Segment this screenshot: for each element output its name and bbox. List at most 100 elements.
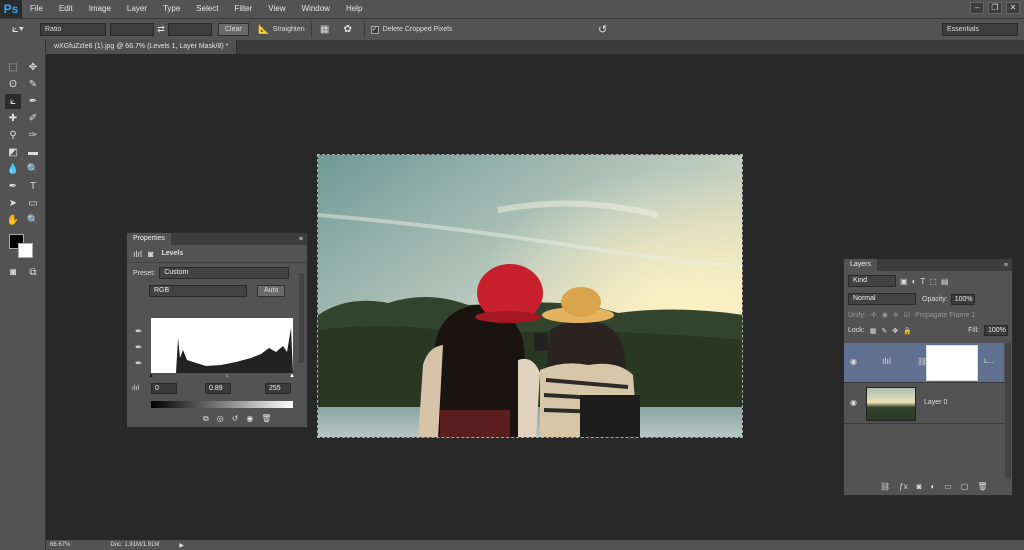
clipping-icon[interactable]: ılıl bbox=[132, 385, 139, 392]
menu-window[interactable]: Window bbox=[294, 0, 338, 18]
properties-scrollbar[interactable] bbox=[299, 273, 304, 363]
menu-view[interactable]: View bbox=[260, 0, 293, 18]
filter-shape-icon[interactable]: ⬚ bbox=[929, 277, 937, 286]
layer-style-icon[interactable]: ƒx bbox=[899, 482, 907, 491]
new-layer-icon[interactable]: ▢ bbox=[961, 482, 969, 491]
gray-point-eyedropper-icon[interactable]: ✒ bbox=[135, 339, 143, 355]
fill-field[interactable]: 100% bbox=[984, 325, 1008, 336]
menu-image[interactable]: Image bbox=[81, 0, 119, 18]
reset-icon[interactable]: ↺ bbox=[598, 23, 607, 36]
layer-row-levels[interactable]: ◉ ılıl ⛓ L... bbox=[844, 343, 1004, 383]
channel-select[interactable]: RGB bbox=[149, 285, 247, 297]
lasso-icon[interactable]: ʘ bbox=[5, 77, 21, 92]
clip-to-layer-icon[interactable]: ⧉ bbox=[203, 414, 209, 424]
workspace-select[interactable]: Essentials bbox=[942, 23, 1018, 36]
path-select-icon[interactable]: ➤ bbox=[5, 196, 21, 211]
background-color-swatch[interactable] bbox=[18, 243, 33, 258]
marquee-icon[interactable]: ⬚ bbox=[5, 60, 21, 75]
menu-edit[interactable]: Edit bbox=[51, 0, 81, 18]
minimize-icon[interactable]: – bbox=[970, 2, 984, 14]
rectangle-icon[interactable]: ▭ bbox=[25, 196, 41, 211]
straighten-label[interactable]: Straighten bbox=[273, 26, 305, 33]
ratio-width-field[interactable] bbox=[110, 23, 154, 36]
move-icon[interactable]: ✥ bbox=[25, 60, 41, 75]
ratio-height-field[interactable] bbox=[168, 23, 212, 36]
kind-filter-select[interactable]: Kind bbox=[848, 275, 896, 287]
crop-icon[interactable]: ⟀ bbox=[5, 94, 21, 109]
opacity-field[interactable]: 100% bbox=[950, 293, 975, 305]
screen-mode-icon[interactable]: ⧉ bbox=[25, 265, 41, 280]
menu-type[interactable]: Type bbox=[155, 0, 188, 18]
visibility-eye-icon[interactable]: ◉ bbox=[850, 398, 857, 407]
filter-pixel-icon[interactable]: ▣ bbox=[900, 277, 908, 286]
input-sliders[interactable]: ▲ ▲ ▲ bbox=[148, 373, 295, 379]
quick-mask-icon[interactable]: ◙ bbox=[5, 265, 21, 280]
lock-move-icon[interactable]: ✥ bbox=[892, 327, 898, 335]
gamma-input-field[interactable]: 0.89 bbox=[205, 383, 231, 394]
panel-menu-icon[interactable]: ≡ bbox=[299, 236, 303, 243]
unify-position-icon[interactable]: ✣ bbox=[871, 311, 877, 319]
history-brush-icon[interactable]: ✑ bbox=[25, 128, 41, 143]
document-tab[interactable]: wXGfuZzIe6 (1).jpg @ 66.7% (Levels 1, La… bbox=[46, 40, 238, 54]
straighten-icon[interactable]: 📐 bbox=[255, 24, 273, 35]
output-gradient[interactable] bbox=[151, 401, 293, 408]
delete-cropped-label[interactable]: Delete Cropped Pixels bbox=[383, 26, 453, 33]
trash-icon[interactable]: 🗑 bbox=[977, 482, 987, 491]
tab-layers[interactable]: Layers bbox=[844, 259, 878, 271]
menu-layer[interactable]: Layer bbox=[119, 0, 155, 18]
propagate-checkbox[interactable]: ☑ bbox=[904, 311, 910, 319]
white-slider-icon[interactable]: ▲ bbox=[289, 373, 295, 379]
blend-mode-select[interactable]: Normal bbox=[848, 293, 916, 305]
black-point-eyedropper-icon[interactable]: ✒ bbox=[135, 323, 143, 339]
swap-icon[interactable]: ⇄ bbox=[154, 24, 168, 35]
clone-stamp-icon[interactable]: ⚲ bbox=[5, 128, 21, 143]
menu-select[interactable]: Select bbox=[188, 0, 226, 18]
dodge-icon[interactable]: 🔍 bbox=[25, 162, 41, 177]
white-point-eyedropper-icon[interactable]: ✒ bbox=[135, 355, 143, 371]
layer-mask-thumbnail[interactable] bbox=[926, 345, 978, 381]
ratio-select[interactable]: Ratio bbox=[40, 23, 106, 36]
panel-menu-icon[interactable]: ≡ bbox=[1004, 262, 1008, 269]
visibility-eye-icon[interactable]: ◉ bbox=[850, 357, 857, 366]
eraser-icon[interactable]: ◩ bbox=[5, 145, 21, 160]
trash-icon[interactable]: 🗑 bbox=[261, 414, 271, 424]
eyedropper-icon[interactable]: ✒ bbox=[25, 94, 41, 109]
quick-select-icon[interactable]: ✎ bbox=[25, 77, 41, 92]
view-previous-icon[interactable]: ◎ bbox=[217, 414, 224, 424]
add-mask-icon[interactable]: ◙ bbox=[917, 482, 922, 491]
filter-smart-object-icon[interactable]: ▤ bbox=[941, 277, 949, 286]
clear-button[interactable]: Clear bbox=[218, 23, 249, 36]
crop-tool-icon[interactable]: ⟀▾ bbox=[0, 23, 36, 36]
overlay-grid-icon[interactable]: ▦ bbox=[318, 24, 332, 35]
new-group-icon[interactable]: ▭ bbox=[944, 482, 952, 491]
lock-all-icon[interactable]: 🔒 bbox=[903, 327, 912, 335]
menu-file[interactable]: File bbox=[22, 0, 51, 18]
unify-style-icon[interactable]: ✲ bbox=[893, 311, 899, 319]
layer-thumbnail[interactable] bbox=[866, 387, 916, 421]
black-slider-icon[interactable]: ▲ bbox=[148, 373, 154, 379]
new-adjustment-icon[interactable]: ◐ bbox=[930, 482, 935, 491]
reset-adjustment-icon[interactable]: ↺ bbox=[232, 414, 239, 424]
close-icon[interactable]: ✕ bbox=[1006, 2, 1020, 14]
auto-button[interactable]: Auto bbox=[257, 285, 286, 297]
pen-icon[interactable]: ✒ bbox=[5, 179, 21, 194]
layer-name[interactable]: Layer 0 bbox=[924, 399, 947, 406]
gradient-icon[interactable]: ▬ bbox=[25, 145, 41, 160]
healing-brush-icon[interactable]: ✚ bbox=[5, 111, 21, 126]
link-layers-icon[interactable]: ⛓ bbox=[880, 482, 890, 491]
tab-properties[interactable]: Properties bbox=[127, 233, 171, 245]
hand-icon[interactable]: ✋ bbox=[5, 213, 21, 228]
black-input-field[interactable]: 0 bbox=[151, 383, 177, 394]
restore-icon[interactable]: ❐ bbox=[988, 2, 1002, 14]
visibility-icon[interactable]: ◉ bbox=[246, 414, 253, 424]
preset-select[interactable]: Custom bbox=[159, 267, 290, 279]
layer-row-layer0[interactable]: ◉ Layer 0 bbox=[844, 384, 1004, 424]
gear-icon[interactable]: ✿ bbox=[338, 24, 358, 35]
menu-help[interactable]: Help bbox=[338, 0, 370, 18]
type-icon[interactable]: T bbox=[25, 179, 41, 194]
layers-scrollbar[interactable] bbox=[1005, 343, 1011, 479]
status-menu-icon[interactable]: ▶ bbox=[179, 542, 184, 549]
lock-paint-icon[interactable]: ✎ bbox=[881, 327, 887, 335]
layer-name[interactable]: L... bbox=[984, 358, 994, 365]
blur-icon[interactable]: 💧 bbox=[5, 162, 21, 177]
